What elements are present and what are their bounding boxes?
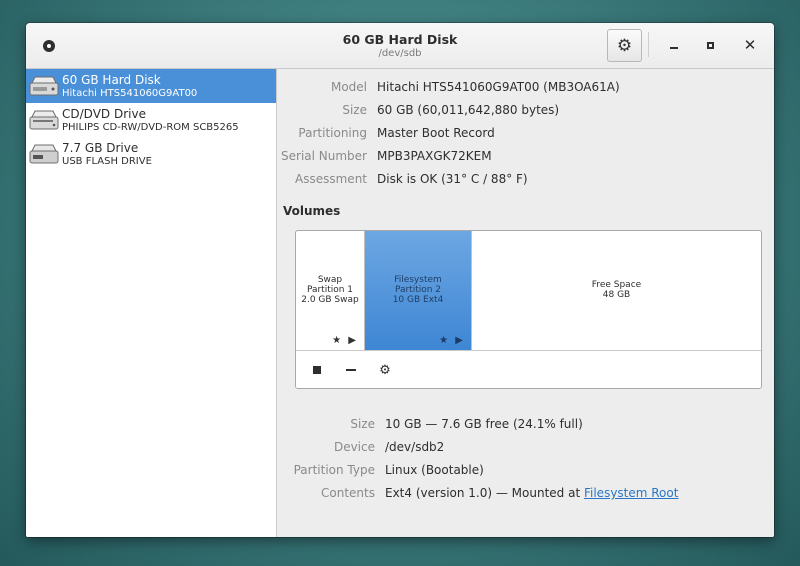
assessment-label: Assessment [295,172,367,186]
drive-name: 60 GB Hard Disk [62,73,161,87]
drive-name: CD/DVD Drive [62,107,146,121]
contents-text: Ext4 (version 1.0) — Mounted at [385,486,584,500]
close-button[interactable]: ✕ [738,34,762,56]
serial-number-value: MPB3PAXGK72KEM [377,149,492,163]
volumes-graphic: Swap Partition 1 2.0 GB Swap ★ ▶ Filesys… [295,230,762,389]
titlebar-separator [648,32,649,57]
drive-item-optical[interactable]: CD/DVD Drive PHILIPS CD-RW/DVD-ROM SCB52… [26,103,276,137]
partition-size-label: Size [350,417,375,431]
device-label: Device [333,440,375,454]
minus-icon [346,369,356,371]
partition-line: Free Space [591,280,642,290]
filesystem-root-link[interactable]: Filesystem Root [584,486,678,500]
partition-status-icons: ★ ▶ [439,335,465,346]
partitioning-value: Master Boot Record [377,126,495,140]
hard-disk-icon [29,76,59,96]
usb-drive-icon [29,144,59,164]
partition-line: Partition 1 [306,285,354,295]
partition-swap[interactable]: Swap Partition 1 2.0 GB Swap ★ ▶ [296,231,364,350]
assessment-value: Disk is OK (31° C / 88° F) [377,172,528,186]
maximize-button[interactable] [698,34,722,56]
volume-toolbar: ⚙ [296,350,761,388]
minimize-icon [670,47,678,49]
device-value: /dev/sdb2 [385,440,445,454]
drive-detail: Hitachi HTS541060G9AT00 [62,88,198,99]
partition-line: Swap [317,275,343,285]
partition-free-space[interactable]: Free Space 48 GB [472,231,761,350]
gear-icon: ⚙ [616,35,633,56]
partition-type-label: Partition Type [293,463,375,477]
drive-name: 7.7 GB Drive [62,141,139,155]
size-value: 60 GB (60,011,642,880 bytes) [377,103,560,117]
partition-line: Filesystem [394,275,442,285]
model-value: Hitachi HTS541060G9AT00 (MB3OA61A) [377,80,620,94]
optical-drive-icon [29,110,59,130]
contents-label: Contents [321,486,375,500]
partitioning-label: Partitioning [298,126,367,140]
partition-line: 2.0 GB Swap [301,295,359,305]
partition-filesystem[interactable]: Filesystem Partition 2 10 GB Ext4 ★ ▶ [365,231,471,350]
drive-detail: USB FLASH DRIVE [62,156,152,167]
unmount-button[interactable] [306,360,328,380]
size-label: Size [342,103,367,117]
serial-number-label: Serial Number [281,149,367,163]
maximize-icon [706,41,714,49]
drive-detail: PHILIPS CD-RW/DVD-ROM SCB5265 [62,122,239,133]
drive-list: 60 GB Hard Disk Hitachi HTS541060G9AT00 … [26,69,277,537]
drive-item-hard-disk[interactable]: 60 GB Hard Disk Hitachi HTS541060G9AT00 [26,69,276,103]
titlebar: 60 GB Hard Disk /dev/sdb ⚙ ✕ [26,23,774,69]
more-actions-button[interactable]: ⚙ [374,360,396,380]
partition-line: Partition 2 [394,285,442,295]
drive-details-pane: Model Hitachi HTS541060G9AT00 (MB3OA61A)… [277,69,774,537]
drive-settings-button[interactable]: ⚙ [607,29,642,62]
partition-line: 48 GB [602,290,631,300]
contents-value: Ext4 (version 1.0) — Mounted at Filesyst… [385,486,678,500]
volumes-heading: Volumes [283,204,341,218]
close-icon: ✕ [743,36,757,54]
stop-icon [313,366,321,374]
partition-type-value: Linux (Bootable) [385,463,484,477]
partition-status-icons: ★ ▶ [332,335,358,346]
delete-partition-button[interactable] [340,360,362,380]
minimize-button[interactable] [662,34,686,56]
partition-line: 10 GB Ext4 [392,295,444,305]
disks-window: 60 GB Hard Disk /dev/sdb ⚙ ✕ 60 GB Hard … [26,23,774,537]
drive-item-usb[interactable]: 7.7 GB Drive USB FLASH DRIVE [26,137,276,171]
model-label: Model [330,80,367,94]
partition-size-value: 10 GB — 7.6 GB free (24.1% full) [385,417,583,431]
gears-icon: ⚙ [379,362,391,378]
